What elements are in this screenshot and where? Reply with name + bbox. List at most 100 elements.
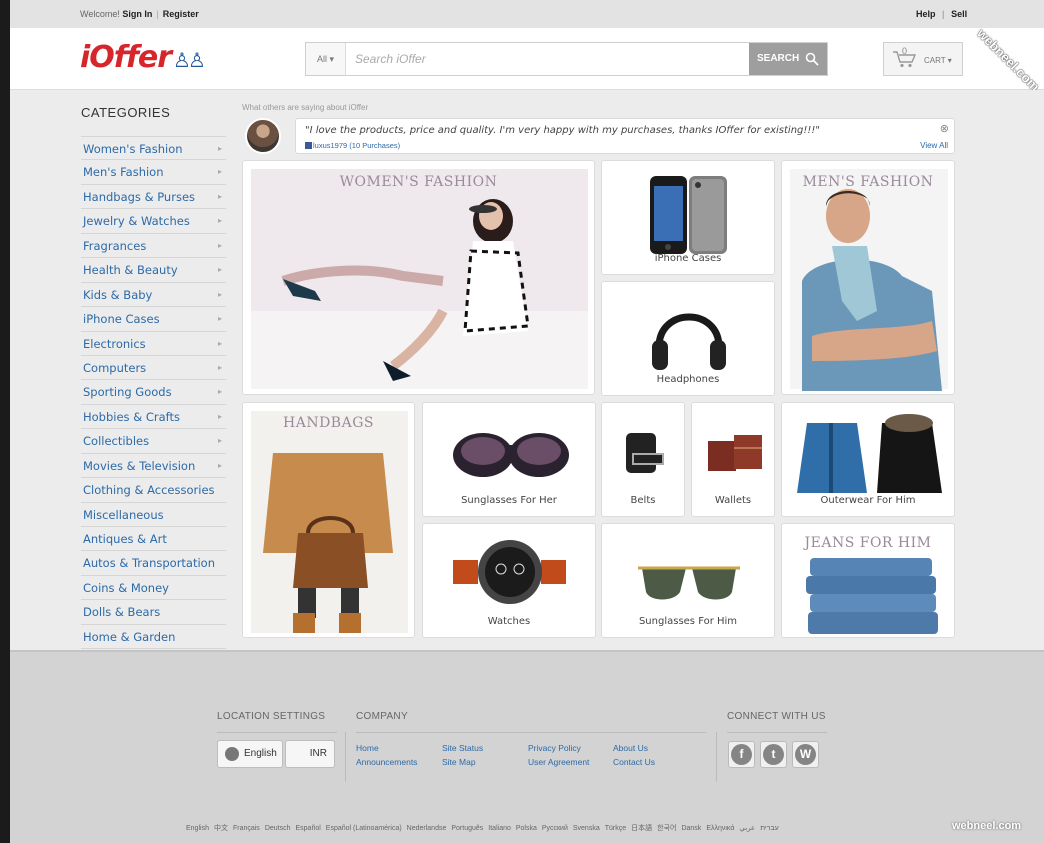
tile-iphone-cases[interactable]: iPhone Cases <box>601 160 775 275</box>
register-link[interactable]: Register <box>163 9 199 19</box>
language-link[interactable]: Italiano <box>488 825 511 832</box>
tile-watches[interactable]: Watches <box>422 523 596 638</box>
sell-link[interactable]: Sell <box>951 9 967 19</box>
privacy-policy-link[interactable]: Privacy Policy <box>528 743 581 753</box>
help-link[interactable]: Help <box>916 9 936 19</box>
tile-jeans-him[interactable]: JEANS FOR HIM <box>781 523 955 638</box>
chevron-right-icon: ▸ <box>217 144 222 153</box>
category-item[interactable]: Antiques & Art <box>81 527 226 552</box>
search-input[interactable] <box>347 43 747 75</box>
language-link[interactable]: Svenska <box>573 825 600 832</box>
main-content: CATEGORIES Women's Fashion ▸ Men's Fashion… <box>10 90 1044 650</box>
category-item[interactable]: Collectibles ▸ <box>81 429 226 454</box>
language-link[interactable]: Español <box>296 825 321 832</box>
category-item[interactable]: Computers ▸ <box>81 356 226 381</box>
category-item[interactable]: Dolls & Bears <box>81 600 226 625</box>
facebook-icon <box>305 142 312 149</box>
category-item[interactable]: Coins & Money <box>81 576 226 601</box>
divider: | <box>942 9 945 19</box>
wordpress-icon[interactable]: W <box>792 741 819 768</box>
category-item[interactable]: Health & Beauty ▸ <box>81 258 226 283</box>
language-link[interactable]: 日本語 <box>631 825 652 832</box>
language-link[interactable]: Français <box>233 825 260 832</box>
category-item[interactable]: Movies & Television ▸ <box>81 454 226 479</box>
search-button[interactable]: SEARCH <box>749 43 827 75</box>
site-map-link[interactable]: Site Map <box>442 757 476 767</box>
category-label: Clothing & Accessories <box>83 483 215 498</box>
category-item[interactable]: Clothing & Accessories <box>81 478 226 503</box>
language-select[interactable]: English <box>217 740 283 768</box>
category-item[interactable]: Sporting Goods ▸ <box>81 380 226 405</box>
tile-handbags[interactable]: HANDBAGS <box>242 402 415 638</box>
facebook-icon[interactable]: f <box>728 741 755 768</box>
language-link[interactable]: Nederlandse <box>407 825 447 832</box>
category-label: Collectibles <box>83 434 150 449</box>
category-item[interactable]: Hobbies & Crafts ▸ <box>81 405 226 430</box>
category-label: Coins & Money <box>83 580 169 595</box>
cart-button[interactable]: 0 CART ▾ <box>883 42 963 76</box>
language-link[interactable]: Español (Latinoamérica) <box>326 825 402 832</box>
language-link[interactable]: Deutsch <box>265 825 291 832</box>
contact-us-link[interactable]: Contact Us <box>613 757 655 767</box>
tile-outerwear-him[interactable]: Outerwear For Him <box>781 402 955 517</box>
category-item[interactable]: iPhone Cases ▸ <box>81 307 226 332</box>
home-link[interactable]: Home <box>356 743 379 753</box>
tile-sunglasses-him[interactable]: Sunglasses For Him <box>601 523 775 638</box>
sign-in-link[interactable]: Sign In <box>122 9 152 19</box>
language-link[interactable]: 中文 <box>214 825 228 832</box>
language-link[interactable]: Русский <box>542 825 568 832</box>
testimonial-user-link[interactable]: luxus1979 (10 Purchases) <box>305 141 400 150</box>
category-item[interactable]: Electronics ▸ <box>81 332 226 356</box>
language-link[interactable]: עברית <box>760 825 779 832</box>
language-link[interactable]: Português <box>451 825 483 832</box>
tile-sunglasses-her[interactable]: Sunglasses For Her <box>422 402 596 517</box>
category-item[interactable]: Handbags & Purses ▸ <box>81 185 226 210</box>
language-link[interactable]: عربي <box>739 825 755 832</box>
category-label: Antiques & Art <box>83 532 167 546</box>
site-status-link[interactable]: Site Status <box>442 743 483 753</box>
handbags-title: HANDBAGS <box>283 415 374 431</box>
language-link[interactable]: Türkçe <box>605 825 626 832</box>
category-item[interactable]: Men's Fashion ▸ <box>81 160 226 185</box>
category-label: Miscellaneous <box>83 507 164 522</box>
language-link[interactable]: 한국어 <box>657 825 676 832</box>
category-item[interactable]: Jewelry & Watches ▸ <box>81 209 226 234</box>
belts-caption: Belts <box>630 495 656 506</box>
language-link[interactable]: Dansk <box>681 825 701 832</box>
testimonial-label: What others are saying about iOffer <box>242 103 369 112</box>
view-all-link[interactable]: View All <box>920 141 948 150</box>
welcome-text: Welcome! <box>80 9 120 19</box>
logo[interactable]: iOffer ♙♙ <box>80 40 206 75</box>
category-item[interactable]: Miscellaneous <box>81 503 226 527</box>
close-icon[interactable]: ⊗ <box>940 122 949 135</box>
category-item[interactable]: Women's Fashion ▸ <box>81 136 226 161</box>
testimonial-box: "I love the products, price and quality.… <box>295 118 955 154</box>
testimonial-quote: "I love the products, price and quality.… <box>305 125 821 136</box>
tile-wallets[interactable]: Wallets <box>691 402 775 517</box>
category-item[interactable]: Home & Garden <box>81 625 226 650</box>
window-left-edge <box>0 0 10 843</box>
currency-select[interactable]: INR <box>285 740 335 768</box>
iphone-cases-caption: iPhone Cases <box>654 253 722 264</box>
category-item[interactable]: Autos & Transportation <box>81 551 226 576</box>
divider <box>345 732 346 782</box>
about-us-link[interactable]: About Us <box>613 743 648 753</box>
chevron-right-icon: ▸ <box>217 191 222 201</box>
twitter-icon[interactable]: t <box>760 741 787 768</box>
language-link[interactable]: Ελληνικά <box>706 825 734 832</box>
tile-mens-fashion[interactable]: MEN'S FASHION <box>781 160 955 395</box>
category-item[interactable]: Fragrances ▸ <box>81 234 226 259</box>
language-link[interactable]: Polska <box>516 825 537 832</box>
category-item[interactable]: Kids & Baby ▸ <box>81 283 226 308</box>
search-category-select[interactable]: All ▾ <box>306 43 346 75</box>
tile-womens-fashion[interactable]: WOMEN'S FASHION <box>242 160 595 395</box>
help-sell-area: Help | Sell <box>916 9 967 19</box>
user-agreement-link[interactable]: User Agreement <box>528 757 589 767</box>
category-label: Movies & Television <box>83 458 196 473</box>
divider <box>727 732 827 733</box>
language-link[interactable]: English <box>186 825 209 832</box>
tile-belts[interactable]: Belts <box>601 402 685 517</box>
mens-fashion-title: MEN'S FASHION <box>802 174 934 190</box>
tile-headphones[interactable]: Headphones <box>601 281 775 396</box>
announcements-link[interactable]: Announcements <box>356 757 417 767</box>
